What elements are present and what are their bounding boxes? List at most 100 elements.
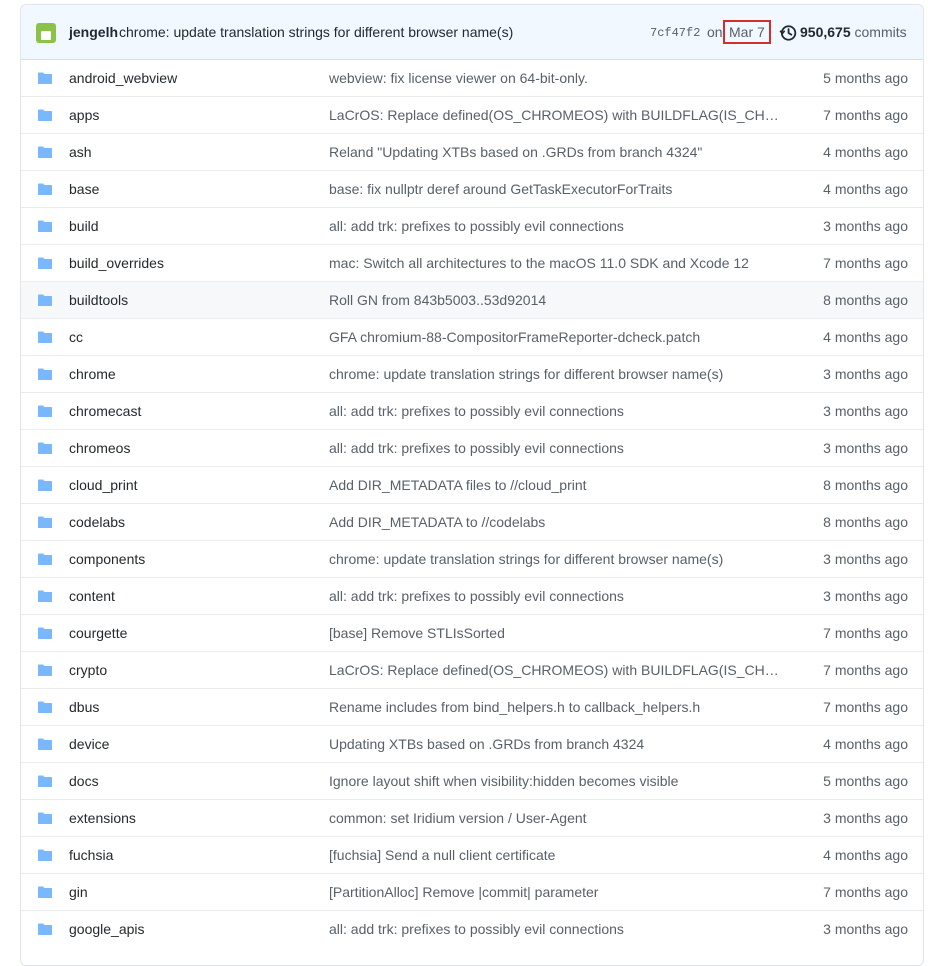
file-row[interactable]: chromeos all: add trk: prefixes to possib… bbox=[21, 429, 923, 466]
file-name-link[interactable]: crypto bbox=[69, 662, 107, 678]
file-name-link[interactable]: courgette bbox=[69, 625, 127, 641]
file-name-link[interactable]: gin bbox=[69, 884, 88, 900]
avatar[interactable] bbox=[36, 23, 56, 43]
commits-count-link[interactable]: 950,675 commits bbox=[800, 24, 907, 40]
file-name-link[interactable]: device bbox=[69, 736, 109, 752]
file-name-link[interactable]: buildtools bbox=[69, 292, 128, 308]
file-row[interactable]: buildtools Roll GN from 843b5003..53d9201… bbox=[21, 281, 923, 318]
folder-icon bbox=[38, 701, 52, 713]
file-name-link[interactable]: components bbox=[69, 551, 145, 567]
commit-message-link[interactable]: [base] Remove STLIsSorted bbox=[329, 625, 784, 641]
file-row[interactable]: courgette [base] Remove STLIsSorted 7 mont… bbox=[21, 614, 923, 651]
commit-message-link[interactable]: GFA chromium-88-CompositorFrameReporter-… bbox=[329, 329, 784, 345]
commit-message-link[interactable]: webview: fix license viewer on 64-bit-on… bbox=[329, 70, 784, 86]
folder-icon bbox=[38, 183, 52, 195]
commit-age: 3 months ago bbox=[823, 588, 908, 604]
folder-icon bbox=[38, 220, 52, 232]
file-name-link[interactable]: extensions bbox=[69, 810, 136, 826]
file-row[interactable]: chromecast all: add trk: prefixes to poss… bbox=[21, 392, 923, 429]
commit-age: 3 months ago bbox=[823, 440, 908, 456]
file-row[interactable]: google_apis all: add trk: prefixes to pos… bbox=[21, 910, 923, 947]
folder-icon bbox=[38, 886, 52, 898]
commit-message-link[interactable]: LaCrOS: Replace defined(OS_CHROMEOS) wit… bbox=[329, 107, 784, 123]
file-name-link[interactable]: chromeos bbox=[69, 440, 130, 456]
file-row[interactable]: components chrome: update translation str… bbox=[21, 540, 923, 577]
commit-message-link[interactable]: [fuchsia] Send a null client certificate bbox=[329, 847, 784, 863]
commits-label: commits bbox=[854, 24, 907, 40]
file-name-link[interactable]: build_overrides bbox=[69, 255, 164, 271]
commit-message-link[interactable]: chrome: update translation strings for d… bbox=[329, 366, 784, 382]
file-name-link[interactable]: base bbox=[69, 181, 99, 197]
commit-message-link[interactable]: Roll GN from 843b5003..53d92014 bbox=[329, 292, 784, 308]
folder-icon bbox=[38, 664, 52, 676]
commit-age: 3 months ago bbox=[823, 403, 908, 419]
file-name-link[interactable]: cc bbox=[69, 329, 83, 345]
commit-age: 3 months ago bbox=[823, 921, 908, 937]
commit-author-link[interactable]: jengelh bbox=[69, 24, 118, 40]
file-row[interactable]: docs Ignore layout shift when visibility:… bbox=[21, 762, 923, 799]
file-row[interactable]: extensions common: set Iridium version / … bbox=[21, 799, 923, 836]
file-browser: jengelh chrome: update translation strin… bbox=[20, 4, 924, 966]
folder-icon bbox=[38, 109, 52, 121]
commit-message-link[interactable]: all: add trk: prefixes to possibly evil … bbox=[329, 403, 784, 419]
file-name-link[interactable]: google_apis bbox=[69, 921, 145, 937]
folder-icon bbox=[38, 553, 52, 565]
file-row[interactable]: ash Reland "Updating XTBs based on .GRDs … bbox=[21, 133, 923, 170]
file-row[interactable]: apps LaCrOS: Replace defined(OS_CHROMEOS)… bbox=[21, 96, 923, 133]
commit-message-link[interactable]: Rename includes from bind_helpers.h to c… bbox=[329, 699, 784, 715]
commit-message-link[interactable]: all: add trk: prefixes to possibly evil … bbox=[329, 218, 784, 234]
folder-icon bbox=[38, 479, 52, 491]
file-row[interactable]: crypto LaCrOS: Replace defined(OS_CHROMEO… bbox=[21, 651, 923, 688]
commit-message-link[interactable]: base: fix nullptr deref around GetTaskEx… bbox=[329, 181, 784, 197]
file-name-link[interactable]: fuchsia bbox=[69, 847, 113, 863]
commit-age: 4 months ago bbox=[823, 847, 908, 863]
file-row[interactable]: android_webview webview: fix license view… bbox=[21, 60, 923, 96]
folder-icon bbox=[38, 775, 52, 787]
file-name-link[interactable]: codelabs bbox=[69, 514, 125, 530]
file-row[interactable]: gin [PartitionAlloc] Remove |commit| para… bbox=[21, 873, 923, 910]
folder-icon bbox=[38, 849, 52, 861]
file-name-link[interactable]: apps bbox=[69, 107, 99, 123]
file-name-link[interactable]: cloud_print bbox=[69, 477, 138, 493]
file-row[interactable]: dbus Rename includes from bind_helpers.h … bbox=[21, 688, 923, 725]
commit-message-link[interactable]: LaCrOS: Replace defined(OS_CHROMEOS) wit… bbox=[329, 662, 784, 678]
file-row[interactable]: cc GFA chromium-88-CompositorFrameReporte… bbox=[21, 318, 923, 355]
file-row[interactable]: fuchsia [fuchsia] Send a null client cert… bbox=[21, 836, 923, 873]
commit-message-link[interactable]: chrome: update translation strings for d… bbox=[119, 24, 513, 40]
file-name-link[interactable]: docs bbox=[69, 773, 99, 789]
commit-message-link[interactable]: Ignore layout shift when visibility:hidd… bbox=[329, 773, 784, 789]
file-name-link[interactable]: ash bbox=[69, 144, 92, 160]
commit-message-link[interactable]: [PartitionAlloc] Remove |commit| paramet… bbox=[329, 884, 784, 900]
commit-message-link[interactable]: all: add trk: prefixes to possibly evil … bbox=[329, 588, 784, 604]
history-icon[interactable] bbox=[779, 24, 797, 42]
file-row[interactable]: device Updating XTBs based on .GRDs from … bbox=[21, 725, 923, 762]
file-name-link[interactable]: build bbox=[69, 218, 99, 234]
commit-age: 7 months ago bbox=[823, 625, 908, 641]
commit-age: 7 months ago bbox=[823, 884, 908, 900]
commit-message-link[interactable]: all: add trk: prefixes to possibly evil … bbox=[329, 921, 784, 937]
file-row[interactable]: build all: add trk: prefixes to possibly … bbox=[21, 207, 923, 244]
file-row[interactable]: codelabs Add DIR_METADATA to //codelabs 8 … bbox=[21, 503, 923, 540]
commit-message-link[interactable]: all: add trk: prefixes to possibly evil … bbox=[329, 440, 784, 456]
file-row[interactable]: cloud_print Add DIR_METADATA files to //c… bbox=[21, 466, 923, 503]
file-name-link[interactable]: android_webview bbox=[69, 70, 177, 86]
file-row[interactable]: chrome chrome: update translation strings… bbox=[21, 355, 923, 392]
file-row[interactable]: build_overrides mac: Switch all architect… bbox=[21, 244, 923, 281]
commit-age: 3 months ago bbox=[823, 218, 908, 234]
commit-sha-link[interactable]: 7cf47f2 bbox=[650, 26, 700, 40]
commit-date[interactable]: Mar 7 bbox=[723, 20, 771, 44]
commit-message-link[interactable]: Reland "Updating XTBs based on .GRDs fro… bbox=[329, 144, 784, 160]
file-row[interactable]: base base: fix nullptr deref around GetTa… bbox=[21, 170, 923, 207]
file-name-link[interactable]: content bbox=[69, 588, 115, 604]
commit-message-link[interactable]: chrome: update translation strings for d… bbox=[329, 551, 784, 567]
file-name-link[interactable]: chrome bbox=[69, 366, 116, 382]
commit-age: 4 months ago bbox=[823, 181, 908, 197]
commit-message-link[interactable]: Updating XTBs based on .GRDs from branch… bbox=[329, 736, 784, 752]
commit-message-link[interactable]: Add DIR_METADATA to //codelabs bbox=[329, 514, 784, 530]
file-row[interactable]: content all: add trk: prefixes to possibl… bbox=[21, 577, 923, 614]
commit-message-link[interactable]: mac: Switch all architectures to the mac… bbox=[329, 255, 784, 271]
file-name-link[interactable]: dbus bbox=[69, 699, 99, 715]
commit-message-link[interactable]: Add DIR_METADATA files to //cloud_print bbox=[329, 477, 784, 493]
commit-message-link[interactable]: common: set Iridium version / User-Agent bbox=[329, 810, 784, 826]
file-name-link[interactable]: chromecast bbox=[69, 403, 141, 419]
